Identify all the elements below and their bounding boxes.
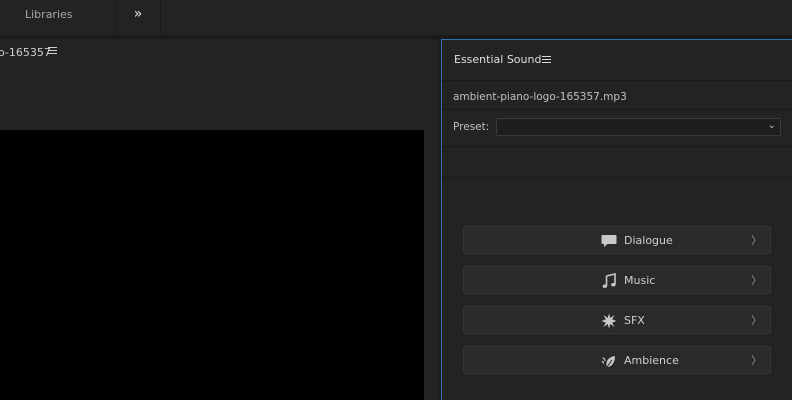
double-chevron-right-icon[interactable]: » (128, 4, 148, 24)
tab-divider (116, 0, 117, 35)
tab-libraries[interactable]: Libraries (25, 8, 73, 21)
divider (442, 177, 792, 178)
ambience-label: Ambience (624, 354, 679, 367)
program-monitor-panel: o-165357 (0, 39, 438, 400)
divider (442, 80, 792, 81)
preset-dropdown[interactable]: ⌄ (496, 118, 781, 136)
chevron-right-icon: 〉 (751, 314, 762, 327)
hamburger-menu-icon[interactable] (48, 47, 57, 56)
music-button[interactable]: Music 〉 (463, 266, 771, 294)
program-monitor-title[interactable]: o-165357 (0, 46, 51, 59)
dialogue-label: Dialogue (624, 234, 673, 247)
music-note-icon (601, 272, 617, 289)
top-panel-bar: Libraries » (0, 0, 792, 35)
speech-bubble-icon (601, 233, 617, 249)
video-preview[interactable] (0, 130, 424, 400)
leaf-wind-icon (601, 353, 617, 369)
music-label: Music (624, 274, 656, 287)
dialogue-button[interactable]: Dialogue 〉 (463, 226, 771, 254)
divider (442, 109, 792, 110)
sfx-label: SFX (624, 314, 645, 327)
chevron-down-icon: ⌄ (767, 120, 776, 131)
essential-sound-panel: Essential Sound ambient-piano-logo-16535… (441, 39, 792, 400)
divider (442, 146, 792, 147)
tab-divider (160, 0, 161, 35)
chevron-right-icon: 〉 (751, 274, 762, 287)
chevron-right-icon: 〉 (751, 354, 762, 367)
chevron-right-icon: 〉 (751, 234, 762, 247)
preset-label: Preset: (453, 121, 490, 133)
ambience-button[interactable]: Ambience 〉 (463, 346, 771, 374)
clip-file-name: ambient-piano-logo-165357.mp3 (453, 91, 627, 103)
burst-icon (601, 313, 617, 329)
panel-title[interactable]: Essential Sound (454, 53, 541, 66)
hamburger-menu-icon[interactable] (542, 56, 551, 65)
sfx-button[interactable]: SFX 〉 (463, 306, 771, 334)
